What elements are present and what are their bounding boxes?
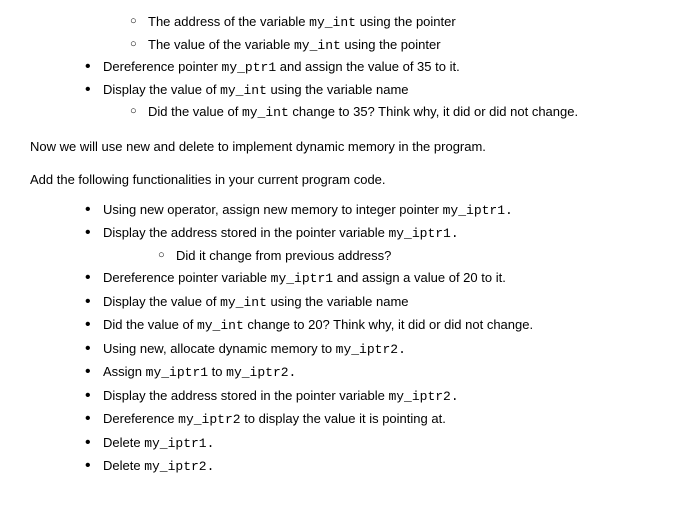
text: to display the value it is pointing at. [241, 411, 446, 426]
bottom-bullet-list: Using new operator, assign new memory to… [85, 200, 682, 477]
text: using the pointer [341, 37, 441, 52]
text: Display the address stored in the pointe… [103, 225, 388, 240]
top-section: The address of the variable my_int using… [30, 12, 682, 123]
list-item: The address of the variable my_int using… [130, 12, 682, 33]
text: The address of the variable [148, 14, 309, 29]
text: Using new, allocate dynamic memory to [103, 341, 336, 356]
code: my_iptr2. [226, 365, 296, 380]
code: my_iptr2 [178, 412, 240, 427]
top-bullet-list: Dereference pointer my_ptr1 and assign t… [85, 57, 682, 100]
text: Dereference [103, 411, 178, 426]
text: The value of the variable [148, 37, 294, 52]
list-item: Dereference pointer my_ptr1 and assign t… [85, 57, 682, 78]
list-item: Using new, allocate dynamic memory to my… [85, 339, 682, 360]
top-circle-list-b: Did the value of my_int change to 35? Th… [130, 102, 682, 123]
sub-circle-list: Did it change from previous address? [158, 246, 682, 266]
paragraph-2: Add the following functionalities in you… [30, 170, 682, 190]
code: my_iptr2. [144, 459, 214, 474]
list-item: Did the value of my_int change to 20? Th… [85, 315, 682, 336]
code: my_int [220, 295, 267, 310]
list-item: Dereference pointer variable my_iptr1 an… [85, 268, 682, 289]
code: my_ptr1 [222, 60, 277, 75]
list-item: Display the value of my_int using the va… [85, 292, 682, 313]
paragraph-1: Now we will use new and delete to implem… [30, 137, 682, 157]
code: my_iptr1 [271, 271, 333, 286]
bottom-section: Using new operator, assign new memory to… [30, 200, 682, 477]
code: my_iptr1. [388, 226, 458, 241]
list-item: Assign my_iptr1 to my_iptr2. [85, 362, 682, 383]
text: Display the value of [103, 294, 220, 309]
list-item: Using new operator, assign new memory to… [85, 200, 682, 221]
text: Display the value of [103, 82, 220, 97]
list-item: Display the address stored in the pointe… [85, 386, 682, 407]
text: using the pointer [356, 14, 456, 29]
text: to [208, 364, 226, 379]
code: my_iptr2. [336, 342, 406, 357]
code: my_iptr1. [144, 436, 214, 451]
code: my_iptr1 [146, 365, 208, 380]
text: using the variable name [267, 82, 409, 97]
list-item: The value of the variable my_int using t… [130, 35, 682, 56]
list-item: Dereference my_iptr2 to display the valu… [85, 409, 682, 430]
code: my_int [220, 83, 267, 98]
text: Did the value of [148, 104, 242, 119]
code: my_iptr1. [443, 203, 513, 218]
text: Delete [103, 435, 144, 450]
code: my_int [309, 15, 356, 30]
list-item: Delete my_iptr2. [85, 456, 682, 477]
code: my_int [294, 38, 341, 53]
list-item: Display the value of my_int using the va… [85, 80, 682, 101]
text: Delete [103, 458, 144, 473]
text: Display the address stored in the pointe… [103, 388, 388, 403]
text: Dereference pointer variable [103, 270, 271, 285]
text: Dereference pointer [103, 59, 222, 74]
top-circle-list-a: The address of the variable my_int using… [130, 12, 682, 55]
text: Assign [103, 364, 146, 379]
text: using the variable name [267, 294, 409, 309]
text: change to 35? Think why, it did or did n… [289, 104, 578, 119]
text: Using new operator, assign new memory to… [103, 202, 443, 217]
code: my_iptr2. [388, 389, 458, 404]
list-item: Display the address stored in the pointe… [85, 223, 682, 265]
code: my_int [242, 105, 289, 120]
list-item: Delete my_iptr1. [85, 433, 682, 454]
text: and assign a value of 20 to it. [333, 270, 506, 285]
text: Did it change from previous address? [176, 248, 391, 263]
text: change to 20? Think why, it did or did n… [244, 317, 533, 332]
text: Did the value of [103, 317, 197, 332]
list-item: Did the value of my_int change to 35? Th… [130, 102, 682, 123]
code: my_int [197, 318, 244, 333]
list-item: Did it change from previous address? [158, 246, 682, 266]
text: and assign the value of 35 to it. [276, 59, 460, 74]
